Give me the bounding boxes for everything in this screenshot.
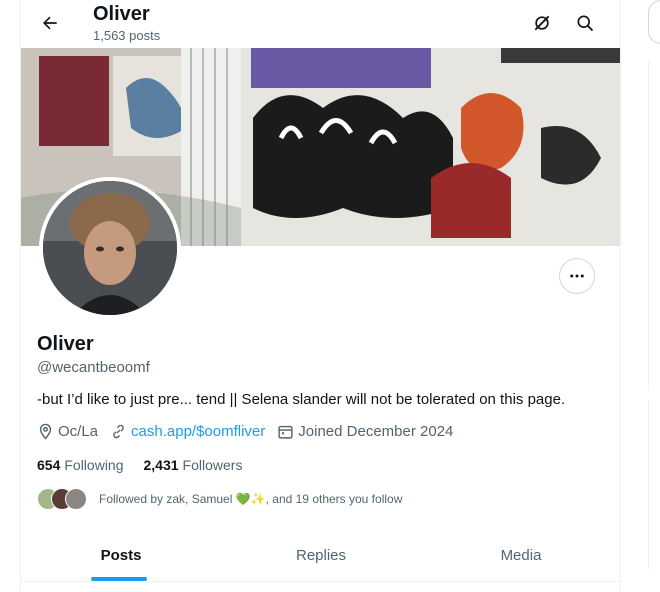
side-panel-button[interactable] — [648, 0, 660, 44]
followers-count: 2,431 — [143, 457, 179, 473]
tab-posts[interactable]: Posts — [21, 529, 221, 581]
grok-button[interactable] — [525, 6, 559, 40]
post-count: 1,563 posts — [93, 28, 161, 43]
avatar-photo — [43, 181, 177, 315]
profile-meta: Oc/La cash.app/$oomfliver Joined Decembe… — [37, 423, 465, 440]
following-label: Following — [64, 457, 124, 473]
back-arrow-icon — [43, 16, 57, 30]
followed-by-text: Followed by zak, Samuel 💚✨, and 19 other… — [99, 492, 403, 506]
location-item: Oc/La — [37, 423, 98, 440]
following-link[interactable]: 654 Following — [37, 457, 124, 473]
search-button[interactable] — [568, 6, 602, 40]
profile-bio: -but I’d like to just pre... tend || Sel… — [37, 391, 566, 408]
tab-replies[interactable]: Replies — [221, 529, 421, 581]
side-panel-edge — [648, 0, 660, 592]
profile-tabs: Posts Replies Media — [21, 529, 620, 582]
followers-label: Followers — [182, 457, 243, 473]
followed-by-row[interactable]: Followed by zak, Samuel 💚✨, and 19 other… — [37, 488, 402, 510]
profile-handle: @wecantbeoomf — [37, 359, 150, 376]
joined-text: Joined December 2024 — [298, 423, 454, 440]
active-tab-indicator — [91, 577, 147, 581]
side-panel-divider — [648, 400, 649, 570]
more-horizontal-icon — [570, 274, 584, 278]
website-link[interactable]: cash.app/$oomfliver — [131, 423, 265, 440]
profile-name: Oliver — [37, 333, 94, 355]
profile-avatar[interactable] — [39, 177, 181, 319]
page-title: Oliver — [93, 3, 150, 25]
follow-counts: 654 Following 2,431 Followers — [37, 457, 262, 473]
link-icon — [113, 424, 124, 439]
calendar-icon — [278, 425, 293, 439]
search-icon — [577, 15, 594, 32]
following-count: 654 — [37, 457, 61, 473]
location-pin-icon — [39, 423, 52, 440]
follower-avatar — [65, 488, 87, 510]
location-text: Oc/La — [58, 423, 99, 440]
followers-link[interactable]: 2,431 Followers — [144, 457, 243, 473]
tab-media[interactable]: Media — [421, 529, 621, 581]
grok-icon — [534, 15, 550, 31]
side-panel-divider — [648, 60, 649, 390]
website-item[interactable]: cash.app/$oomfliver — [110, 423, 265, 440]
profile-column: Oliver 1,563 posts Oliver @wecantbeoomf … — [20, 0, 621, 592]
back-button[interactable] — [33, 6, 67, 40]
more-options-button[interactable] — [559, 258, 595, 294]
profile-header: Oliver 1,563 posts — [21, 0, 620, 48]
joined-item: Joined December 2024 — [277, 423, 453, 440]
